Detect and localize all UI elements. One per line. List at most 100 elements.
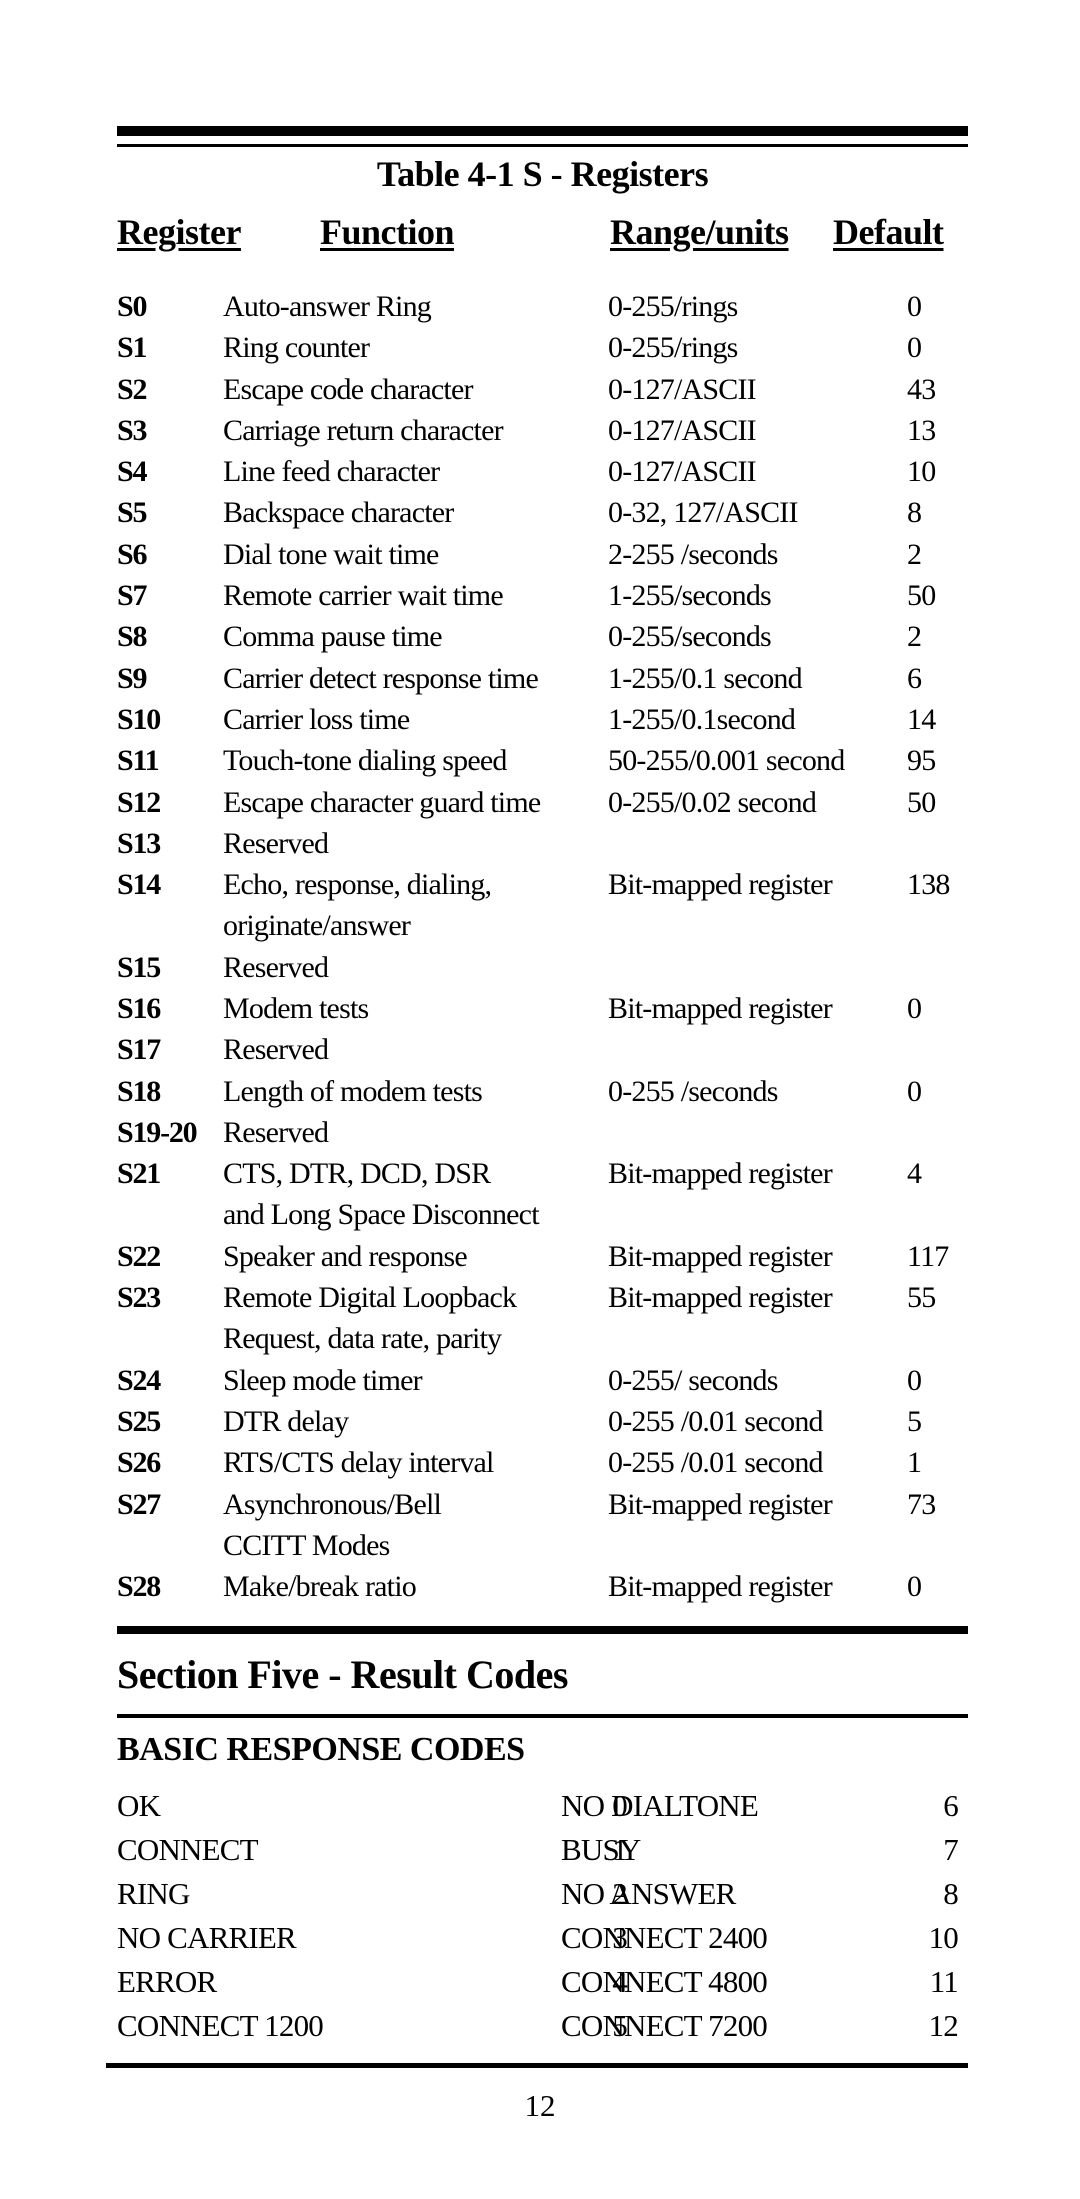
register-default: 138	[907, 868, 950, 902]
result-codes-list: OK NO DIALTONE 6 0 CONNECT BUSY 7 1 RING NO ANSWE…	[117, 1784, 968, 2048]
register-row: S22 Speaker and response Bit-mapped regist…	[117, 1236, 977, 1277]
result-code-name: CONNECT	[117, 1832, 259, 1867]
register-row: S19-20 Reserved	[117, 1112, 977, 1153]
register-function-line-2: Request, data rate, parity	[223, 1322, 502, 1356]
register-function: Escape character guard time	[223, 785, 541, 819]
result-code-number: 10	[928, 1920, 959, 1955]
result-code-row: ERROR CONNECT 4800 11 4	[117, 1960, 968, 2004]
result-code-number: 2	[612, 1876, 627, 1911]
register-row: S15 Reserved	[117, 947, 977, 988]
register-id: S14	[117, 868, 161, 902]
result-code-name: CONNECT 4800	[561, 1964, 768, 1999]
register-row: S16 Modem tests Bit-mapped register 0	[117, 988, 977, 1029]
register-function: Asynchronous/Bell CCITT Modes	[223, 1484, 603, 1566]
register-function: Reserved	[223, 1033, 329, 1067]
register-id: S23	[117, 1281, 161, 1315]
result-code-name: RING	[117, 1876, 190, 1911]
register-function: Remote Digital Loopback Request, data rat…	[223, 1277, 603, 1359]
register-row: S27 Asynchronous/Bell CCITT Modes Bit-mappe…	[117, 1484, 977, 1567]
register-range: 0-127/ASCII	[608, 372, 757, 406]
register-function: Auto-answer Ring	[223, 290, 432, 323]
result-code-number: 3	[612, 1920, 627, 1955]
register-row: S4 Line feed character 0-127/ASCII 10	[117, 451, 977, 492]
register-id: S27	[117, 1487, 161, 1521]
register-function: Escape code character	[223, 372, 473, 406]
register-function: Modem tests	[223, 992, 369, 1026]
register-row: S18 Length of modem tests 0-255 /seconds 0	[117, 1071, 977, 1112]
register-function: Ring counter	[223, 331, 370, 365]
register-row: S28 Make/break ratio Bit-mapped register 0	[117, 1566, 977, 1607]
column-header-function: Function	[320, 212, 455, 252]
register-id: S8	[117, 620, 148, 654]
register-row: S6 Dial tone wait time 2-255 /seconds 2	[117, 534, 977, 575]
register-function: Carriage return character	[223, 413, 504, 447]
result-code-number: 0	[612, 1788, 627, 1823]
register-default: 10	[907, 455, 936, 489]
register-function: Sleep mode timer	[223, 1363, 423, 1397]
register-row: S14 Echo, response, dialing, originate/ans…	[117, 864, 977, 947]
result-code-number: 5	[612, 2008, 627, 2043]
register-row: S13 Reserved	[117, 823, 977, 864]
register-default: 13	[907, 413, 936, 447]
register-row: S11 Touch-tone dialing speed 50-255/0.001 …	[117, 740, 977, 781]
register-function: Dial tone wait time	[223, 537, 439, 571]
register-function: Echo, response, dialing, originate/answer	[223, 864, 603, 946]
page-number: 12	[524, 2088, 556, 2123]
register-row: S10 Carrier loss time 1-255/0.1second 14	[117, 699, 977, 740]
register-function-line-1: Remote Digital Loopback	[223, 1281, 517, 1315]
register-id: S12	[117, 785, 161, 819]
register-id: S18	[117, 1074, 161, 1108]
basic-response-codes-heading: BASIC RESPONSE CODES	[117, 1731, 525, 1768]
register-range: 0-127/ASCII	[608, 455, 757, 489]
register-id: S22	[117, 1239, 161, 1273]
result-code-name: ERROR	[117, 1964, 217, 1999]
register-default: 2	[907, 537, 922, 571]
top-thin-rule	[117, 144, 968, 147]
register-id: S7	[117, 579, 148, 613]
register-range: 0-255/rings	[608, 331, 738, 365]
register-row: S26 RTS/CTS delay interval 0-255 /0.01 sec…	[117, 1442, 977, 1483]
register-range: 0-255 /0.01 second	[608, 1446, 824, 1480]
register-function: Line feed character	[223, 455, 440, 489]
register-range: 2-255 /seconds	[608, 537, 778, 571]
register-function-line-1: Echo, response, dialing,	[223, 868, 492, 902]
register-range: 1-255/seconds	[608, 579, 772, 613]
register-row: S23 Remote Digital Loopback Request, data …	[117, 1277, 977, 1360]
register-function: DTR delay	[223, 1405, 349, 1439]
register-range: Bit-mapped register	[608, 1239, 833, 1273]
register-id: S25	[117, 1405, 161, 1439]
result-code-name: NO DIALTONE	[561, 1788, 759, 1823]
register-range: 0-32, 127/ASCII	[608, 496, 798, 530]
register-id: S4	[117, 455, 148, 489]
column-header-range: Range/units	[610, 212, 789, 252]
register-range: Bit-mapped register	[608, 868, 833, 902]
register-function: Length of modem tests	[223, 1074, 483, 1108]
register-function: Reserved	[223, 826, 329, 860]
register-id: S2	[117, 372, 148, 406]
register-function: Carrier loss time	[223, 702, 410, 736]
result-code-name: OK	[117, 1788, 161, 1823]
register-id: S28	[117, 1570, 161, 1604]
register-id: S0	[117, 290, 148, 323]
register-default: 73	[907, 1487, 936, 1521]
register-row: S17 Reserved	[117, 1029, 977, 1070]
register-id: S17	[117, 1033, 161, 1067]
register-row: S25 DTR delay 0-255 /0.01 second 5	[117, 1401, 977, 1442]
register-function: Speaker and response	[223, 1239, 468, 1273]
register-default: 0	[907, 992, 922, 1026]
register-row: S9 Carrier detect response time 1-255/0.1 …	[117, 658, 977, 699]
result-code-name: CONNECT 7200	[561, 2008, 768, 2043]
register-range: 1-255/0.1second	[608, 702, 796, 736]
register-range: 0-255/rings	[608, 290, 738, 323]
result-code-number: 4	[612, 1964, 627, 1999]
result-code-row: CONNECT BUSY 7 1	[117, 1828, 968, 1872]
register-range: Bit-mapped register	[608, 1281, 833, 1315]
register-default: 8	[907, 496, 922, 530]
register-default: 50	[907, 579, 936, 613]
register-default: 4	[907, 1157, 922, 1191]
column-header-register: Register	[117, 212, 241, 252]
result-code-number: 11	[929, 1964, 959, 1999]
result-code-row: OK NO DIALTONE 6 0	[117, 1784, 968, 1828]
subsection-rule	[117, 1714, 968, 1718]
result-code-name: CONNECT 1200	[117, 2008, 324, 2043]
